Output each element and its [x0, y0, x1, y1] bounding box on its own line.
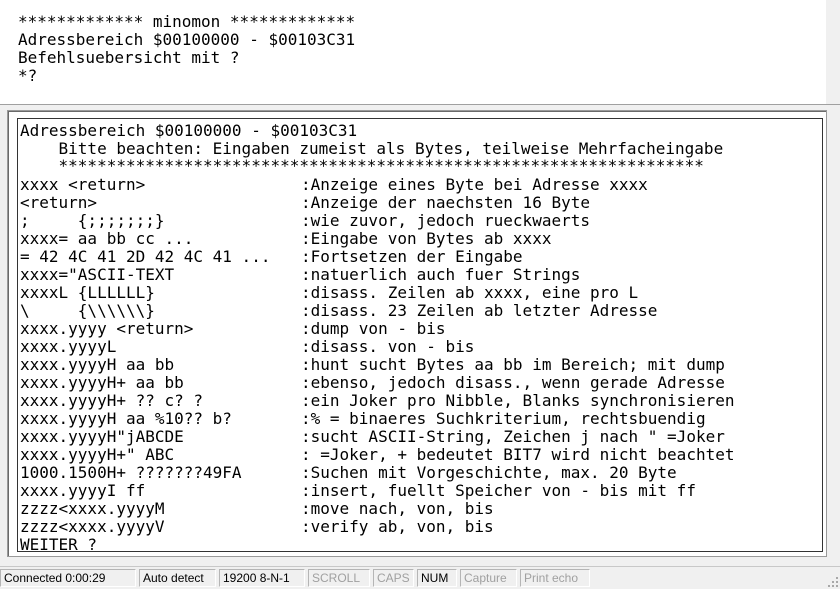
command-syntax: zzzz<xxxx.yyyyV: [20, 517, 165, 536]
command-row: zzzz<xxxx.yyyyM :move nach, von, bis: [20, 500, 820, 518]
command-syntax: 1000.1500H+ ???????49FA: [20, 463, 242, 482]
command-row: xxxx.yyyyH aa bb :hunt sucht Bytes aa bb…: [20, 356, 820, 374]
command-description: :wie zuvor, jedoch rueckwaerts: [301, 211, 590, 230]
command-description: :disass. 23 Zeilen ab letzter Adresse: [301, 301, 658, 320]
command-description: :dump von - bis: [301, 319, 446, 338]
command-row: xxxx.yyyy <return> :dump von - bis: [20, 320, 820, 338]
detect-status: Auto detect: [139, 569, 216, 587]
command-syntax: ; {;;;;;;;}: [20, 211, 165, 230]
command-row: xxxx.yyyyH aa %10?? b? :% = binaeres Suc…: [20, 410, 820, 428]
command-description: :insert, fuellt Speicher von - bis mit f…: [301, 481, 696, 500]
command-row: 1000.1500H+ ???????49FA :Suchen mit Vorg…: [20, 464, 820, 482]
connection-status: Connected 0:00:29: [0, 569, 136, 587]
command-row: xxxx.yyyyI ff :insert, fuellt Speicher v…: [20, 482, 820, 500]
command-syntax: xxxx <return>: [20, 175, 146, 194]
command-syntax: xxxx.yyyyH+ ?? c? ?: [20, 391, 204, 410]
command-row: <return> :Anzeige der naechsten 16 Byte: [20, 194, 820, 212]
command-description: : =Joker, + bedeutet BIT7 wird nicht bea…: [301, 445, 735, 464]
command-syntax: xxxx= aa bb cc ...: [20, 229, 194, 248]
command-row: xxxx.yyyyH+" ABC : =Joker, + bedeutet BI…: [20, 446, 820, 464]
scroll-indicator: SCROLL: [308, 569, 370, 587]
status-bar: Connected 0:00:29 Auto detect 19200 8-N-…: [0, 566, 840, 589]
command-description: :Suchen mit Vorgeschichte, max. 20 Byte: [301, 463, 677, 482]
command-description: :hunt sucht Bytes aa bb im Bereich; mit …: [301, 355, 725, 374]
terminal-line: ************* minomon *************: [18, 12, 356, 31]
command-description: :disass. von - bis: [301, 337, 475, 356]
command-description: :natuerlich auch fuer Strings: [301, 265, 581, 284]
terminal-output[interactable]: ************* minomon ************* Adre…: [0, 0, 840, 105]
command-row: xxxx <return> :Anzeige eines Byte bei Ad…: [20, 176, 820, 194]
command-description: :Anzeige eines Byte bei Adresse xxxx: [301, 175, 648, 194]
command-description: :sucht ASCII-String, Zeichen j nach " =J…: [301, 427, 725, 446]
command-row: xxxx.yyyyL :disass. von - bis: [20, 338, 820, 356]
command-row: xxxxL {LLLLLL} :disass. Zeilen ab xxxx, …: [20, 284, 820, 302]
terminal-line: *?: [18, 66, 38, 85]
command-row: xxxx.yyyyH"jABCDE :sucht ASCII-String, Z…: [20, 428, 820, 446]
command-syntax: zzzz<xxxx.yyyyM: [20, 499, 165, 518]
command-syntax: xxxx.yyyyH+" ABC: [20, 445, 175, 464]
terminal-line: Adressbereich $00100000 - $00103C31: [18, 30, 356, 49]
command-description: :ebenso, jedoch disass., wenn gerade Adr…: [301, 373, 725, 392]
command-row: = 42 4C 41 2D 42 4C 41 ... :Fortsetzen d…: [20, 248, 820, 266]
command-syntax: xxxxL {LLLLLL}: [20, 283, 155, 302]
command-syntax: xxxx.yyyyI ff: [20, 481, 146, 500]
command-description: :% = binaeres Suchkriterium, rechtsbuend…: [301, 409, 706, 428]
continue-prompt[interactable]: WEITER ?: [20, 536, 97, 554]
print-echo-indicator: Print echo: [520, 569, 590, 587]
command-description: :ein Joker pro Nibble, Blanks synchronis…: [301, 391, 735, 410]
command-description: :disass. Zeilen ab xxxx, eine pro L: [301, 283, 639, 302]
resize-grip-icon[interactable]: [826, 575, 840, 589]
command-row: xxxx.yyyyH+ ?? c? ? :ein Joker pro Nibbl…: [20, 392, 820, 410]
command-row: xxxx="ASCII-TEXT :natuerlich auch fuer S…: [20, 266, 820, 284]
vertical-scrollbar[interactable]: [826, 0, 840, 104]
command-syntax: \ {\\\\\\}: [20, 301, 155, 320]
command-syntax: xxxx="ASCII-TEXT: [20, 265, 175, 284]
command-description: :Anzeige der naechsten 16 Byte: [301, 193, 590, 212]
command-syntax: <return>: [20, 193, 98, 212]
num-indicator: NUM: [417, 569, 457, 587]
command-row: zzzz<xxxx.yyyyV :verify ab, von, bis: [20, 518, 820, 536]
help-header: Adressbereich $00100000 - $00103C31: [20, 121, 358, 140]
help-window: Adressbereich $00100000 - $00103C31 Bitt…: [17, 118, 823, 554]
command-syntax: xxxx.yyyy <return>: [20, 319, 194, 338]
command-description: :Eingabe von Bytes ab xxxx: [301, 229, 552, 248]
terminal-line: Befehlsuebersicht mit ?: [18, 48, 240, 67]
caps-indicator: CAPS: [373, 569, 414, 587]
command-row: xxxx= aa bb cc ... :Eingabe von Bytes ab…: [20, 230, 820, 248]
help-separator: ****************************************…: [20, 156, 704, 175]
command-syntax: xxxx.yyyyL: [20, 337, 117, 356]
command-row: xxxx.yyyyH+ aa bb :ebenso, jedoch disass…: [20, 374, 820, 392]
command-row: \ {\\\\\\} :disass. 23 Zeilen ab letzter…: [20, 302, 820, 320]
help-panel: Adressbereich $00100000 - $00103C31 Bitt…: [7, 110, 827, 557]
command-syntax: = 42 4C 41 2D 42 4C 41 ...: [20, 247, 271, 266]
port-settings: 19200 8-N-1: [219, 569, 305, 587]
capture-indicator: Capture: [460, 569, 517, 587]
command-syntax: xxxx.yyyyH aa %10?? b?: [20, 409, 232, 428]
command-description: :Fortsetzen der Eingabe: [301, 247, 523, 266]
command-syntax: xxxx.yyyyH+ aa bb: [20, 373, 184, 392]
command-syntax: xxxx.yyyyH"jABCDE: [20, 427, 184, 446]
command-row: ; {;;;;;;;} :wie zuvor, jedoch rueckwaer…: [20, 212, 820, 230]
command-syntax: xxxx.yyyyH aa bb: [20, 355, 175, 374]
command-description: :move nach, von, bis: [301, 499, 494, 518]
command-description: :verify ab, von, bis: [301, 517, 494, 536]
